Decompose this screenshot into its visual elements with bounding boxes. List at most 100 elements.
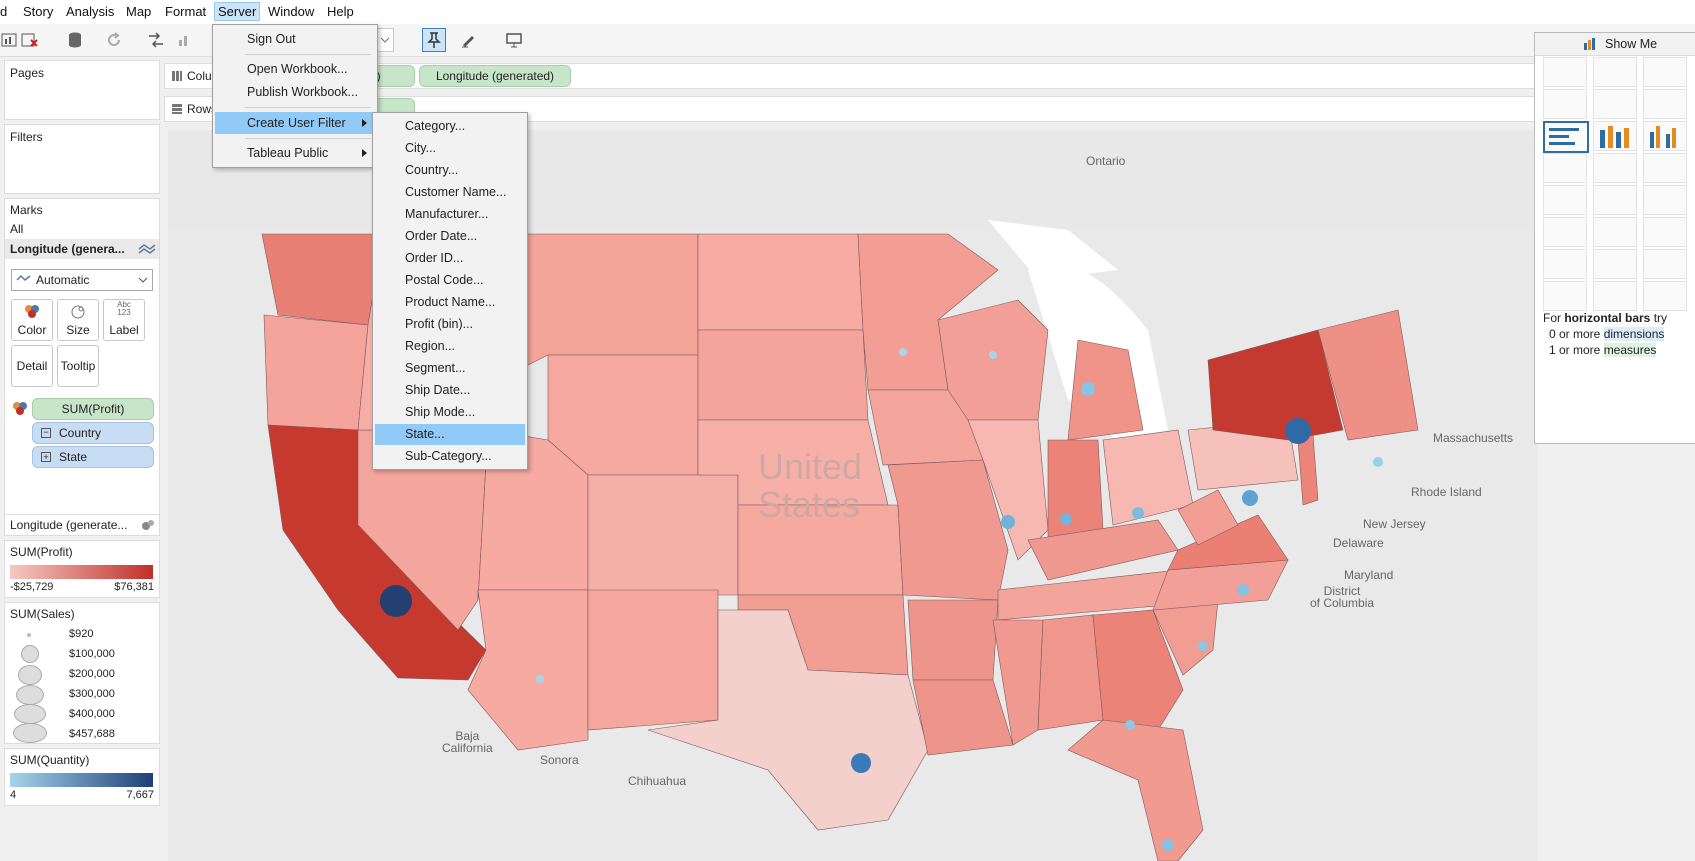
show-me-area-continuous[interactable] [1543, 217, 1587, 247]
marks-card: Marks All Longitude (genera... Automatic… [4, 198, 160, 516]
show-me-horizontal-bars[interactable] [1543, 121, 1589, 153]
show-me-stacked-bars[interactable] [1593, 121, 1637, 151]
size-legend-label: $400,000 [69, 708, 115, 720]
menu-item-tableau-public[interactable]: Tableau Public [215, 142, 375, 164]
submenu-item-order-id[interactable]: Order ID... [375, 248, 525, 269]
submenu-item-order-date[interactable]: Order Date... [375, 226, 525, 247]
show-me-text-table[interactable] [1543, 57, 1587, 87]
submenu-item-postal-code[interactable]: Postal Code... [375, 270, 525, 291]
refresh-icon[interactable] [104, 30, 124, 50]
size-button[interactable]: Size [57, 299, 99, 341]
state-field-pill[interactable]: + State [32, 446, 154, 468]
color-button[interactable]: Color [11, 299, 53, 341]
circle-mark [1373, 457, 1383, 467]
circle-mark [851, 753, 871, 773]
show-me-area-discrete[interactable] [1593, 217, 1637, 247]
show-me-histogram[interactable] [1593, 249, 1637, 279]
swap-icon[interactable] [146, 30, 166, 50]
columns-pill-longitude[interactable]: Longitude (generated) [419, 65, 571, 87]
tooltip-button[interactable]: Tooltip [57, 345, 99, 387]
show-me-lines-continuous[interactable] [1543, 185, 1587, 215]
submenu-item-label: Category... [405, 119, 466, 133]
show-me-highlight-table[interactable] [1643, 57, 1687, 87]
show-me-lines-discrete[interactable] [1593, 185, 1637, 215]
datasource-icon[interactable] [66, 30, 86, 50]
show-me-side-by-side-circles[interactable] [1643, 153, 1687, 183]
show-me-heat-map[interactable] [1593, 57, 1637, 87]
submenu-item-ship-date[interactable]: Ship Date... [375, 380, 525, 401]
show-me-title: Show Me [1605, 37, 1658, 51]
presentation-icon[interactable] [504, 30, 524, 50]
menu-bar: d Story Analysis Map Format Server Windo… [0, 0, 1695, 24]
show-me-treemap[interactable] [1543, 153, 1587, 183]
menu-item-sign-out[interactable]: Sign Out [215, 28, 375, 50]
show-me-scatter[interactable] [1543, 249, 1587, 279]
clear-sheet-icon[interactable] [20, 30, 40, 50]
show-me-box-whisker[interactable] [1643, 249, 1687, 279]
mark-type-dropdown[interactable]: Automatic [11, 269, 153, 291]
submenu-item-ship-mode[interactable]: Ship Mode... [375, 402, 525, 423]
menu-help[interactable]: Help [327, 4, 354, 19]
menu-analysis[interactable]: Analysis [66, 4, 114, 19]
show-me-bullet[interactable] [1593, 281, 1637, 311]
show-me-hint-prefix: For [1543, 311, 1565, 325]
submenu-item-customer-name[interactable]: Customer Name... [375, 182, 525, 203]
submenu-item-country[interactable]: Country... [375, 160, 525, 181]
circle-mark [1198, 641, 1208, 651]
show-me-packed-bubbles[interactable] [1643, 281, 1687, 311]
submenu-item-label: Customer Name... [405, 185, 507, 199]
menu-item-open-workbook[interactable]: Open Workbook... [215, 58, 375, 80]
show-me-header[interactable]: Show Me [1535, 33, 1695, 56]
menu-item-create-user-filter[interactable]: Create User Filter [215, 112, 375, 134]
map-label-new-jersey: New Jersey [1363, 517, 1426, 531]
marks-all-tab[interactable]: All [10, 222, 23, 236]
marks-layer-header[interactable]: Longitude (genera... [5, 239, 159, 259]
chart-icon[interactable] [0, 30, 20, 50]
submenu-item-profit-bin[interactable]: Profit (bin)... [375, 314, 525, 335]
show-me-gantt[interactable] [1543, 281, 1587, 311]
layer2-title: Longitude (generate... [10, 518, 128, 532]
menu-window[interactable]: Window [268, 4, 314, 19]
circle-mark [1162, 839, 1174, 851]
expand-icon[interactable]: + [41, 452, 51, 462]
submenu-item-manufacturer[interactable]: Manufacturer... [375, 204, 525, 225]
circle-mark [1132, 507, 1144, 519]
submenu-item-sub-category[interactable]: Sub-Category... [375, 446, 525, 467]
show-me-circle-views[interactable] [1593, 153, 1637, 183]
show-me-pie[interactable] [1643, 89, 1687, 119]
profit-field-pill[interactable]: SUM(Profit) [32, 398, 154, 420]
pin-icon [427, 32, 441, 48]
show-me-side-by-side-bars[interactable] [1643, 121, 1687, 151]
highlight-icon[interactable] [460, 30, 480, 50]
submenu-item-state[interactable]: State... [375, 424, 525, 445]
submenu-item-city[interactable]: City... [375, 138, 525, 159]
menu-map[interactable]: Map [126, 4, 151, 19]
circle-mark [1237, 584, 1249, 596]
show-me-filled-map[interactable] [1593, 89, 1637, 119]
label-glyph-icon: Abc 123 [117, 300, 131, 317]
pin-button[interactable] [422, 28, 446, 52]
menu-item-label: Open Workbook... [247, 62, 348, 76]
menu-server[interactable]: Server [214, 2, 261, 21]
profit-legend-title: SUM(Profit) [10, 545, 73, 559]
profit-color-ramp [10, 565, 153, 579]
show-me-dual-lines[interactable] [1643, 185, 1687, 215]
layer2-header[interactable]: Longitude (generate... [4, 514, 160, 536]
circle-mark [1001, 515, 1015, 529]
menu-format[interactable]: Format [165, 4, 206, 19]
collapse-icon[interactable]: − [41, 428, 51, 438]
submenu-item-region[interactable]: Region... [375, 336, 525, 357]
submenu-item-category[interactable]: Category... [375, 116, 525, 137]
show-me-dual-combination[interactable] [1643, 217, 1687, 247]
show-me-symbol-map[interactable] [1543, 89, 1587, 119]
country-field-pill[interactable]: − Country [32, 422, 154, 444]
submenu-item-segment[interactable]: Segment... [375, 358, 525, 379]
detail-button[interactable]: Detail [11, 345, 53, 387]
menu-item-publish-workbook[interactable]: Publish Workbook... [215, 81, 375, 103]
quantity-legend: SUM(Quantity) 4 7,667 [4, 748, 160, 806]
menu-edit[interactable]: d [0, 4, 7, 19]
submenu-item-product-name[interactable]: Product Name... [375, 292, 525, 313]
label-button[interactable]: Abc 123 Label [103, 299, 145, 341]
sort-icon[interactable] [176, 30, 196, 50]
menu-story[interactable]: Story [23, 4, 53, 19]
